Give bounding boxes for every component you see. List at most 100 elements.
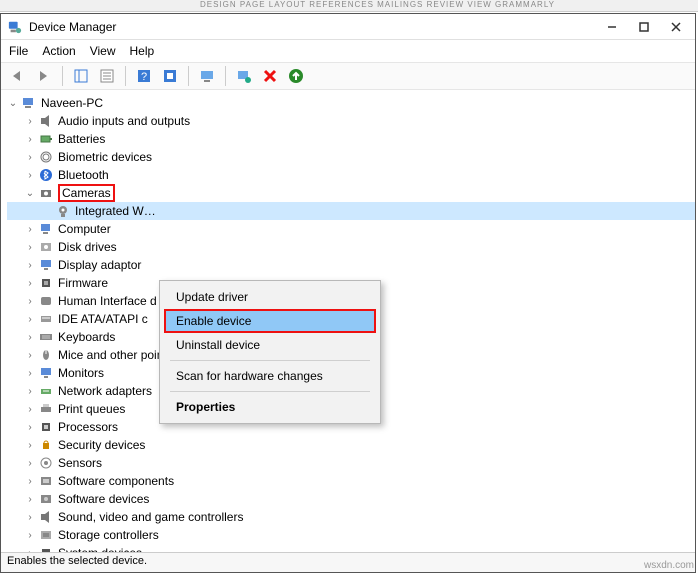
expand-icon[interactable]: ›: [24, 457, 36, 469]
back-button[interactable]: [7, 65, 29, 87]
enable-button[interactable]: [285, 65, 307, 87]
tree-item[interactable]: ›Sound, video and game controllers: [7, 508, 695, 526]
tree-item-label: Storage controllers: [58, 528, 159, 542]
expand-icon[interactable]: ›: [24, 115, 36, 127]
close-button[interactable]: [669, 20, 683, 34]
expand-icon[interactable]: ›: [24, 241, 36, 253]
tree-item[interactable]: ›System devices: [7, 544, 695, 552]
tree-item[interactable]: ›Software components: [7, 472, 695, 490]
expand-icon[interactable]: ›: [24, 313, 36, 325]
expand-icon[interactable]: ›: [24, 331, 36, 343]
expand-icon[interactable]: ›: [24, 529, 36, 541]
pc-icon: [38, 221, 54, 237]
cpu-icon: [38, 419, 54, 435]
scan-hardware-button[interactable]: [233, 65, 255, 87]
tree-item-label: Disk drives: [58, 240, 117, 254]
tree-item-label: Human Interface d: [58, 294, 157, 308]
collapse-icon[interactable]: ⌄: [24, 187, 36, 199]
forward-button[interactable]: [33, 65, 55, 87]
tree-item[interactable]: › Display adaptor: [7, 256, 695, 274]
menubar: File Action View Help: [1, 40, 695, 62]
tree-item-label: Batteries: [58, 132, 105, 146]
expand-icon[interactable]: ›: [24, 151, 36, 163]
expand-icon[interactable]: ›: [24, 403, 36, 415]
expand-icon[interactable]: ›: [24, 133, 36, 145]
context-uninstall-device[interactable]: Uninstall device: [162, 333, 378, 357]
context-scan-hardware[interactable]: Scan for hardware changes: [162, 364, 378, 388]
sound-icon: [38, 509, 54, 525]
tree-item[interactable]: ›Security devices: [7, 436, 695, 454]
context-menu: Update driver Enable device Uninstall de…: [159, 280, 381, 424]
expand-icon[interactable]: ›: [24, 475, 36, 487]
context-separator: [170, 360, 370, 361]
refresh-button[interactable]: [159, 65, 181, 87]
expand-icon[interactable]: ›: [24, 385, 36, 397]
context-update-driver[interactable]: Update driver: [162, 285, 378, 309]
tree-item-label: Firmware: [58, 276, 108, 290]
tree-root[interactable]: ⌄ Naveen-PC: [7, 94, 695, 112]
menu-help[interactable]: Help: [130, 44, 155, 58]
context-separator: [170, 391, 370, 392]
help-button[interactable]: ?: [133, 65, 155, 87]
menu-file[interactable]: File: [9, 44, 28, 58]
toolbar-separator: [188, 66, 189, 86]
expand-icon[interactable]: ›: [24, 439, 36, 451]
expand-icon[interactable]: ›: [24, 421, 36, 433]
expand-icon[interactable]: ›: [24, 223, 36, 235]
expand-icon[interactable]: ›: [24, 367, 36, 379]
minimize-button[interactable]: [605, 20, 619, 34]
sensor-icon: [38, 455, 54, 471]
context-properties[interactable]: Properties: [162, 395, 378, 419]
update-driver-button[interactable]: [196, 65, 218, 87]
window-title: Device Manager: [29, 20, 605, 34]
uninstall-button[interactable]: [259, 65, 281, 87]
expand-icon[interactable]: ›: [24, 493, 36, 505]
toolbar-separator: [225, 66, 226, 86]
computer-icon: [21, 95, 37, 111]
system-icon: [38, 545, 54, 552]
tree-item[interactable]: › Storage controllers: [7, 526, 695, 544]
tree-item[interactable]: ⌄ Cameras: [7, 184, 695, 202]
expand-icon[interactable]: ›: [24, 511, 36, 523]
context-enable-device[interactable]: Enable device: [164, 309, 376, 333]
collapse-icon[interactable]: ⌄: [7, 97, 19, 109]
tree-item[interactable]: Integrated W…: [7, 202, 695, 220]
tree-item[interactable]: › Batteries: [7, 130, 695, 148]
tree-item-label: Audio inputs and outputs: [58, 114, 190, 128]
tree-item[interactable]: › Audio inputs and outputs: [7, 112, 695, 130]
ide-icon: [38, 311, 54, 327]
tree-item-label: Biometric devices: [58, 150, 152, 164]
fingerprint-icon: [38, 149, 54, 165]
tree-item[interactable]: ›Bluetooth: [7, 166, 695, 184]
tree-item-label: Display adaptor: [58, 258, 141, 272]
menu-view[interactable]: View: [90, 44, 116, 58]
monitor-icon: [38, 365, 54, 381]
toolbar: ?: [1, 62, 695, 90]
expand-icon[interactable]: ›: [24, 547, 36, 552]
tree-item[interactable]: ›Computer: [7, 220, 695, 238]
tree-item-label: Cameras: [58, 184, 115, 202]
expand-icon[interactable]: ›: [24, 169, 36, 181]
speaker-icon: [38, 113, 54, 129]
tree-item-label: Processors: [58, 420, 118, 434]
menu-action[interactable]: Action: [42, 44, 75, 58]
properties-button[interactable]: [96, 65, 118, 87]
expand-icon[interactable]: ›: [24, 295, 36, 307]
tree-item[interactable]: › Biometric devices: [7, 148, 695, 166]
maximize-button[interactable]: [637, 20, 651, 34]
show-hidden-button[interactable]: [70, 65, 92, 87]
swc-icon: [38, 473, 54, 489]
expand-icon[interactable]: ›: [24, 259, 36, 271]
tree-item[interactable]: › Disk drives: [7, 238, 695, 256]
tree-item[interactable]: ›Software devices: [7, 490, 695, 508]
battery-icon: [38, 131, 54, 147]
tree-item[interactable]: ›Sensors: [7, 454, 695, 472]
swd-icon: [38, 491, 54, 507]
keyboard-icon: [38, 329, 54, 345]
expand-icon[interactable]: ›: [24, 277, 36, 289]
expand-icon[interactable]: ›: [24, 349, 36, 361]
mouse-icon: [38, 347, 54, 363]
parent-ribbon-hint: DESIGN PAGE LAYOUT REFERENCES MAILINGS R…: [0, 0, 698, 12]
storage-icon: [38, 527, 54, 543]
device-tree[interactable]: ⌄ Naveen-PC › Audio inputs and outputs › Ba…: [1, 90, 695, 552]
